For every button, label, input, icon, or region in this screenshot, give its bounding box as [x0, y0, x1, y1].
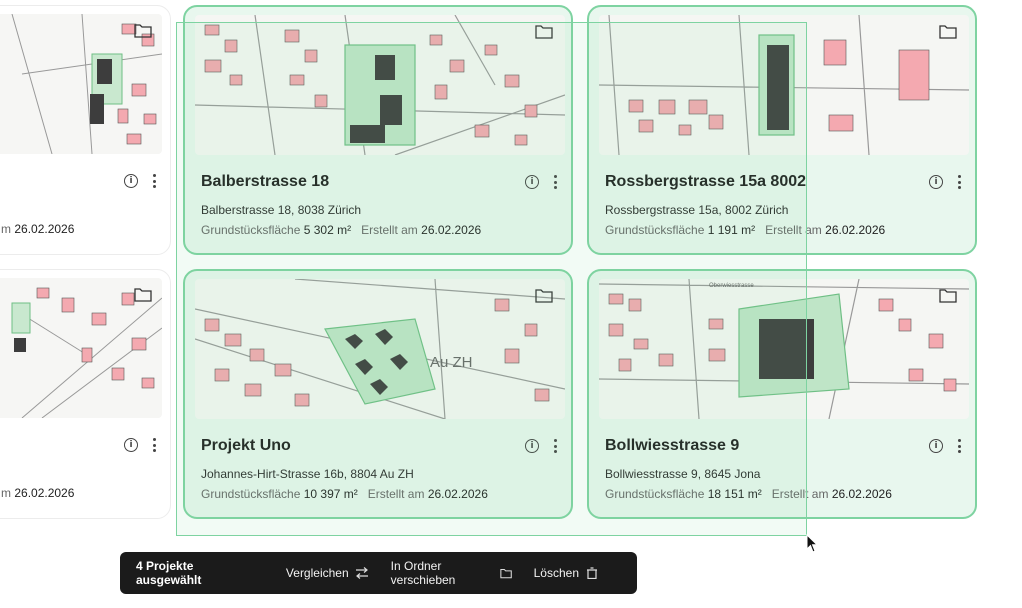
project-title: Balberstrasse 18 — [201, 173, 330, 190]
project-card[interactable]: Oberwiesstrasse Bollwiesstrasse 9 i Boll… — [587, 269, 977, 519]
map-thumbnail — [599, 15, 969, 155]
info-icon[interactable]: i — [929, 439, 943, 453]
area-value: 1 191 m² — [707, 223, 756, 237]
created-value: 26.02.2026 — [421, 223, 482, 237]
more-vertical-icon[interactable] — [553, 439, 557, 453]
map-thumbnail: Oberwiesstrasse — [599, 279, 969, 419]
folder-icon[interactable] — [535, 23, 553, 39]
project-card[interactable]: i m 26.02.2026 — [0, 5, 171, 255]
selection-count: 4 Projekte ausgewählt — [136, 559, 202, 587]
delete-button[interactable]: Löschen — [534, 566, 599, 580]
info-icon[interactable]: i — [525, 175, 539, 189]
more-vertical-icon[interactable] — [152, 174, 156, 188]
project-meta: Grundstücksfläche 10 397 m² Erstellt am … — [201, 487, 488, 501]
area-value: 5 302 m² — [303, 223, 352, 237]
folder-icon[interactable] — [939, 23, 957, 39]
created-label: Erstellt am — [765, 223, 822, 237]
project-address: Johannes-Hirt-Strasse 16b, 8804 Au ZH — [201, 467, 414, 481]
map-label: Au ZH — [430, 354, 473, 371]
compare-label: Vergleichen — [285, 566, 349, 580]
compare-button[interactable]: Vergleichen — [286, 566, 369, 580]
map-image — [195, 15, 565, 155]
more-vertical-icon[interactable] — [957, 439, 961, 453]
info-icon[interactable]: i — [124, 174, 138, 188]
area-label: Grundstücksfläche — [605, 487, 705, 501]
arrows-swap-icon — [355, 567, 368, 579]
created-label: Erstellt am — [361, 223, 418, 237]
map-image: Oberwiesstrasse — [599, 279, 969, 419]
project-grid: i m 26.02.2026 i m 26.02.2026 Balberstra… — [0, 0, 1022, 608]
project-title: Bollwiesstrasse 9 — [605, 437, 740, 454]
map-thumbnail: Au ZH — [195, 279, 565, 419]
folder-icon[interactable] — [939, 287, 957, 303]
more-vertical-icon[interactable] — [957, 175, 961, 189]
area-label: Grundstücksfläche — [201, 487, 301, 501]
project-address: Balberstrasse 18, 8038 Zürich — [201, 203, 362, 217]
created-value: 26.02.2026 — [14, 486, 75, 500]
delete-label: Löschen — [533, 566, 579, 580]
info-icon[interactable]: i — [525, 439, 539, 453]
project-card[interactable]: i m 26.02.2026 — [0, 269, 171, 519]
partial-label: m — [1, 486, 11, 500]
project-card[interactable]: Au ZH Projekt Uno i Johannes-Hirt-Strass… — [183, 269, 573, 519]
project-meta: Grundstücksfläche 5 302 m² Erstellt am 2… — [201, 223, 481, 237]
mouse-pointer-icon — [806, 534, 819, 553]
created-label: Erstellt am — [771, 487, 829, 501]
folder-icon[interactable] — [134, 286, 152, 302]
move-to-folder-button[interactable]: In Ordner verschieben — [391, 559, 512, 587]
info-icon[interactable]: i — [124, 438, 138, 452]
project-address: Bollwiesstrasse 9, 8645 Jona — [605, 467, 761, 481]
created-value: 26.02.2026 — [825, 223, 886, 237]
more-vertical-icon[interactable] — [553, 175, 557, 189]
created-value: 26.02.2026 — [427, 487, 488, 501]
info-icon[interactable]: i — [929, 175, 943, 189]
map-image — [599, 15, 969, 155]
folder-icon[interactable] — [535, 287, 553, 303]
map-label: Oberwiesstrasse — [709, 283, 754, 289]
selection-toolbar: 4 Projekte ausgewählt Vergleichen In Ord… — [120, 552, 637, 594]
project-title: Rossbergstrasse 15a 8002 — [605, 173, 807, 190]
project-card[interactable]: Rossbergstrasse 15a 8002 i Rossbergstras… — [587, 5, 977, 255]
map-thumbnail — [195, 15, 565, 155]
created-label: Erstellt am — [367, 487, 425, 501]
created-value: 26.02.2026 — [831, 487, 892, 501]
project-meta: Grundstücksfläche 1 191 m² Erstellt am 2… — [605, 223, 885, 237]
area-value: 10 397 m² — [303, 487, 358, 501]
project-card[interactable]: Balberstrasse 18 i Balberstrasse 18, 803… — [183, 5, 573, 255]
area-label: Grundstücksfläche — [201, 223, 301, 237]
folder-icon — [499, 569, 512, 579]
folder-icon[interactable] — [134, 22, 152, 38]
area-value: 18 151 m² — [707, 487, 762, 501]
created-value: 26.02.2026 — [14, 222, 75, 236]
trash-icon — [587, 567, 597, 579]
partial-label: m — [1, 222, 11, 236]
project-title: Projekt Uno — [201, 437, 291, 454]
move-label: In Ordner verschieben — [390, 559, 456, 587]
project-address: Rossbergstrasse 15a, 8002 Zürich — [605, 203, 789, 217]
area-label: Grundstücksfläche — [605, 223, 705, 237]
project-meta: Grundstücksfläche 18 151 m² Erstellt am … — [605, 487, 892, 501]
map-image: Au ZH — [195, 279, 565, 419]
more-vertical-icon[interactable] — [152, 438, 156, 452]
